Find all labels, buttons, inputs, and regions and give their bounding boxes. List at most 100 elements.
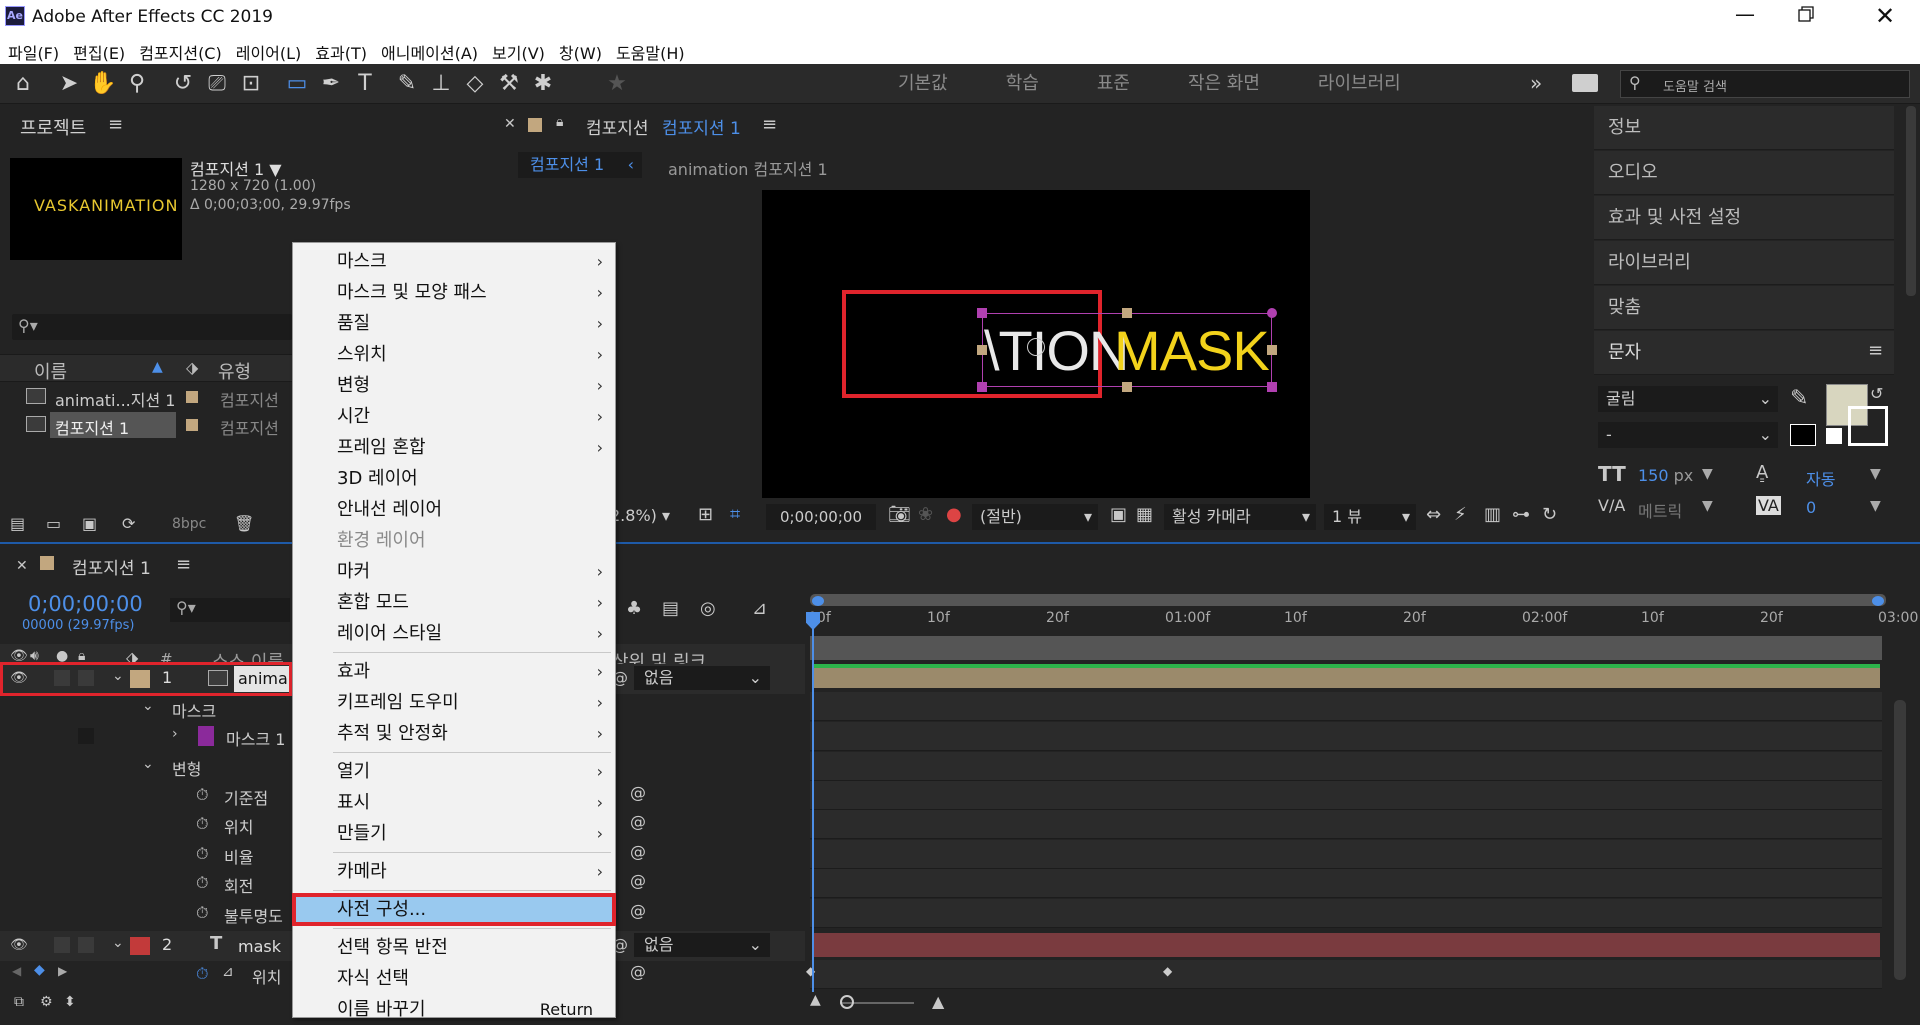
prev-keyframe-icon[interactable]: ◀ bbox=[12, 964, 21, 978]
font-family-dropdown[interactable]: 굴림 ⌄ bbox=[1598, 386, 1778, 412]
zoom-slider-handle[interactable] bbox=[840, 995, 854, 1009]
context-menu-item[interactable]: 사전 구성... bbox=[292, 893, 616, 926]
font-style-dropdown[interactable]: - ⌄ bbox=[1598, 422, 1778, 448]
zoom-in-icon[interactable]: ▲ bbox=[932, 992, 944, 1011]
context-menu-item[interactable]: 표시 › bbox=[293, 787, 615, 818]
graph-editor-icon[interactable]: ⊿ bbox=[752, 598, 767, 619]
bbox-handle[interactable] bbox=[1267, 345, 1277, 355]
context-menu-item[interactable]: 열기 › bbox=[293, 756, 615, 787]
panel-libraries[interactable]: 라이브러리 bbox=[1594, 241, 1894, 285]
motion-blur-icon[interactable]: ◎ bbox=[700, 598, 716, 619]
menu-item[interactable]: 보기(V) bbox=[492, 40, 545, 64]
composition-canvas[interactable]: \TION MASK bbox=[762, 190, 1310, 498]
stroke-color-swatch[interactable] bbox=[1848, 406, 1888, 446]
leading-dropdown-icon[interactable]: ▼ bbox=[1870, 466, 1881, 482]
project-search[interactable]: ⚲▾ bbox=[12, 314, 292, 340]
tracking-value[interactable]: 0 bbox=[1806, 498, 1816, 517]
graph-icon[interactable]: ⊿ bbox=[222, 964, 234, 980]
pen-tool-icon[interactable]: ✒ bbox=[314, 64, 348, 104]
time-navigator[interactable] bbox=[810, 636, 1882, 660]
minimize-icon[interactable]: — bbox=[1730, 2, 1760, 32]
new-composition-icon[interactable]: ▣ bbox=[82, 514, 97, 533]
camera-dropdown[interactable]: 활성 카메라 ▾ bbox=[1164, 504, 1316, 530]
project-item[interactable]: 컴포지션 1 컴포지션 bbox=[0, 412, 300, 438]
context-menu-item[interactable]: 이름 바꾸기 Return bbox=[293, 994, 615, 1025]
expression-icon[interactable]: @ bbox=[630, 871, 646, 890]
expression-icon[interactable]: @ bbox=[630, 842, 646, 861]
workspace-tab[interactable]: 작은 화면 bbox=[1188, 64, 1260, 104]
column-type[interactable]: 유형 bbox=[218, 358, 251, 384]
resolution-grid-icon[interactable]: ⊞ bbox=[698, 504, 713, 525]
playhead[interactable] bbox=[812, 612, 814, 992]
resolution-dropdown[interactable]: (절반) ▾ bbox=[972, 504, 1098, 530]
chevron-right-icon[interactable]: › bbox=[172, 726, 178, 742]
workspace-tab[interactable]: 표준 bbox=[1097, 64, 1130, 104]
context-menu-item[interactable]: 추적 및 안정화 › bbox=[293, 718, 615, 749]
context-menu-item[interactable]: 마커 › bbox=[293, 556, 615, 587]
toggle-switches-icon[interactable]: ⧉ bbox=[14, 994, 24, 1010]
eye-icon[interactable]: 👁︎ bbox=[10, 937, 28, 953]
keyframe-icon[interactable]: ◆ bbox=[1163, 964, 1172, 978]
workspace-tab[interactable]: 기본값 bbox=[898, 64, 948, 104]
toggle-render-icon[interactable]: ⬍ bbox=[64, 994, 76, 1010]
trash-icon[interactable]: 🗑 bbox=[234, 514, 254, 533]
menu-item[interactable]: 창(W) bbox=[559, 40, 602, 64]
kerning-value[interactable]: 메트릭 bbox=[1638, 498, 1682, 522]
context-menu-item[interactable]: 혼합 모드 › bbox=[293, 587, 615, 618]
context-menu-item[interactable]: 마스크 › bbox=[293, 246, 615, 277]
bbox-handle[interactable] bbox=[977, 382, 987, 392]
panel-menu-icon[interactable]: ≡ bbox=[108, 114, 123, 135]
kerning-dropdown-icon[interactable]: ▼ bbox=[1702, 498, 1713, 514]
context-menu-item[interactable]: 안내선 레이어 bbox=[293, 494, 615, 525]
breadcrumb-active[interactable]: 컴포지션 1 ‹ bbox=[518, 152, 642, 178]
anchor-point-icon[interactable] bbox=[1027, 338, 1045, 356]
panel-align[interactable]: 맞춤 bbox=[1594, 286, 1894, 330]
draft-3d-icon[interactable]: ♣ bbox=[626, 598, 642, 619]
panel-menu-icon[interactable]: ≡ bbox=[762, 114, 777, 135]
panel-menu-icon[interactable]: ≡ bbox=[1868, 340, 1883, 361]
context-menu-item[interactable]: 마스크 및 모양 패스 › bbox=[293, 277, 615, 308]
close-tab-icon[interactable]: ✕ bbox=[504, 116, 516, 132]
sync-settings-icon[interactable] bbox=[1572, 74, 1598, 92]
eraser-tool-icon[interactable]: ◇ bbox=[458, 64, 492, 104]
font-size-value[interactable]: 150 px bbox=[1638, 466, 1693, 485]
brush-tool-icon[interactable]: ✎ bbox=[390, 64, 424, 104]
context-menu-item[interactable]: 효과 › bbox=[293, 656, 615, 687]
tracking-dropdown-icon[interactable]: ▼ bbox=[1870, 498, 1881, 514]
panel-audio[interactable]: 오디오 bbox=[1594, 151, 1894, 195]
menu-item[interactable]: 레이어(L) bbox=[236, 40, 302, 64]
toggle-pixel-icon[interactable]: ⇔ bbox=[1426, 504, 1441, 525]
context-menu-item[interactable]: 선택 항목 반전 bbox=[293, 932, 615, 963]
keyframe-icon[interactable]: ◆ bbox=[34, 962, 45, 978]
timeline-timecode[interactable]: 0;00;00;00 bbox=[28, 592, 143, 616]
clone-stamp-tool-icon[interactable]: ⊥ bbox=[424, 64, 458, 104]
work-area-bar[interactable] bbox=[810, 594, 1886, 606]
context-menu-item[interactable]: 자식 선택 bbox=[293, 963, 615, 994]
next-keyframe-icon[interactable]: ▶ bbox=[58, 964, 67, 978]
bbox-handle[interactable] bbox=[1122, 382, 1132, 392]
new-folder-icon[interactable]: ▭ bbox=[46, 514, 61, 533]
workspace-tab[interactable]: 라이브러리 bbox=[1318, 64, 1401, 104]
context-menu-item[interactable]: 시간 › bbox=[293, 401, 615, 432]
close-icon[interactable]: ✕ bbox=[1870, 2, 1900, 32]
stopwatch-icon[interactable]: ⏱︎ bbox=[196, 903, 208, 923]
context-menu-item[interactable]: 스위치 › bbox=[293, 339, 615, 370]
stopwatch-icon[interactable]: ⏱︎ bbox=[196, 785, 208, 805]
menu-item[interactable]: 파일(F) bbox=[8, 40, 59, 64]
font-size-dropdown-icon[interactable]: ▼ bbox=[1702, 466, 1713, 482]
timeline-icon[interactable]: ▥ bbox=[1484, 504, 1501, 525]
right-panel-scrollbar[interactable] bbox=[1906, 106, 1916, 296]
fast-preview-icon[interactable]: ⚡ bbox=[1454, 504, 1467, 525]
panel-menu-icon[interactable]: ≡ bbox=[176, 554, 191, 575]
type-tool-icon[interactable]: T bbox=[348, 64, 382, 104]
menu-item[interactable]: 효과(T) bbox=[315, 40, 367, 64]
layer-bar[interactable] bbox=[814, 933, 1880, 957]
chevron-down-icon[interactable]: ⌄ bbox=[142, 698, 154, 714]
views-dropdown[interactable]: 1 뷰 ▾ bbox=[1324, 504, 1416, 530]
transparency-grid-icon[interactable]: ▦ bbox=[1136, 504, 1153, 525]
camera-tool-icon[interactable]: ⎚ bbox=[200, 64, 234, 104]
zoom-dropdown[interactable]: 2.8%) ▾ bbox=[610, 506, 670, 525]
context-menu-item[interactable]: 3D 레이어 bbox=[293, 463, 615, 494]
help-search-box[interactable]: ⚲ 도움말 검색 bbox=[1620, 70, 1910, 98]
bbox-handle[interactable] bbox=[977, 345, 987, 355]
